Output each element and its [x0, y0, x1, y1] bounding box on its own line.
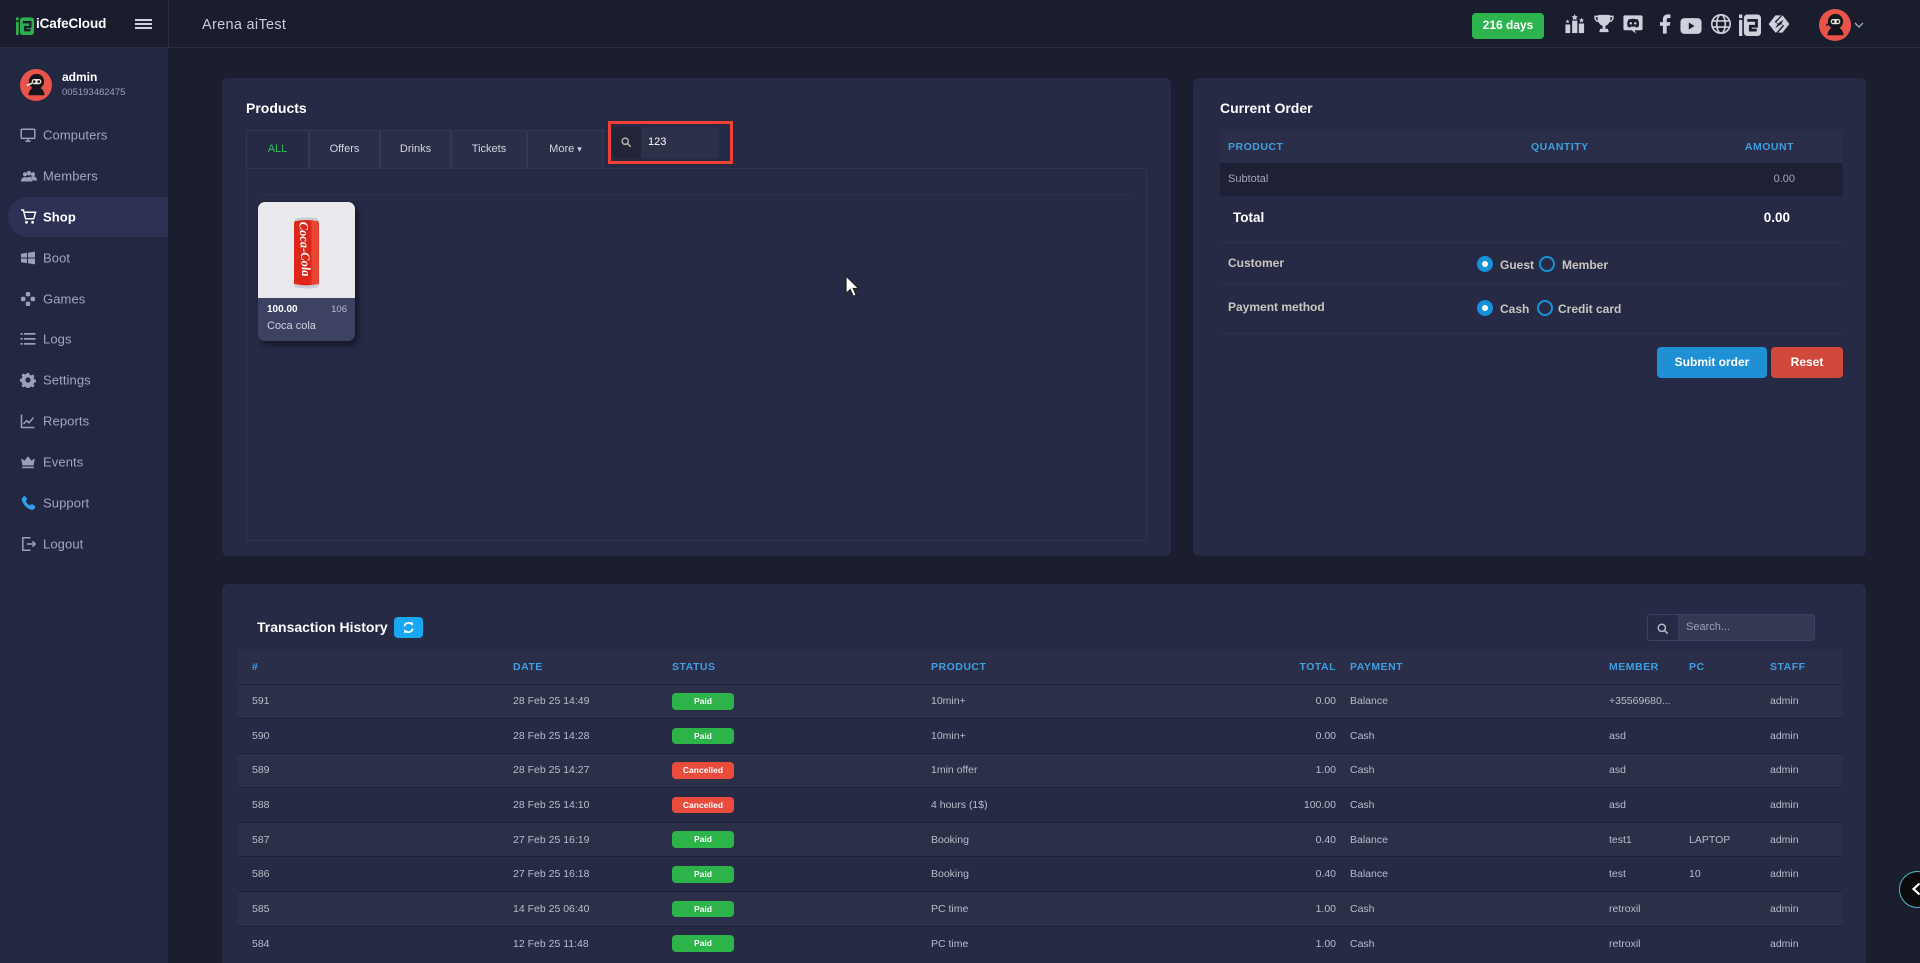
svg-text:Coca-Cola: Coca-Cola	[296, 221, 313, 277]
